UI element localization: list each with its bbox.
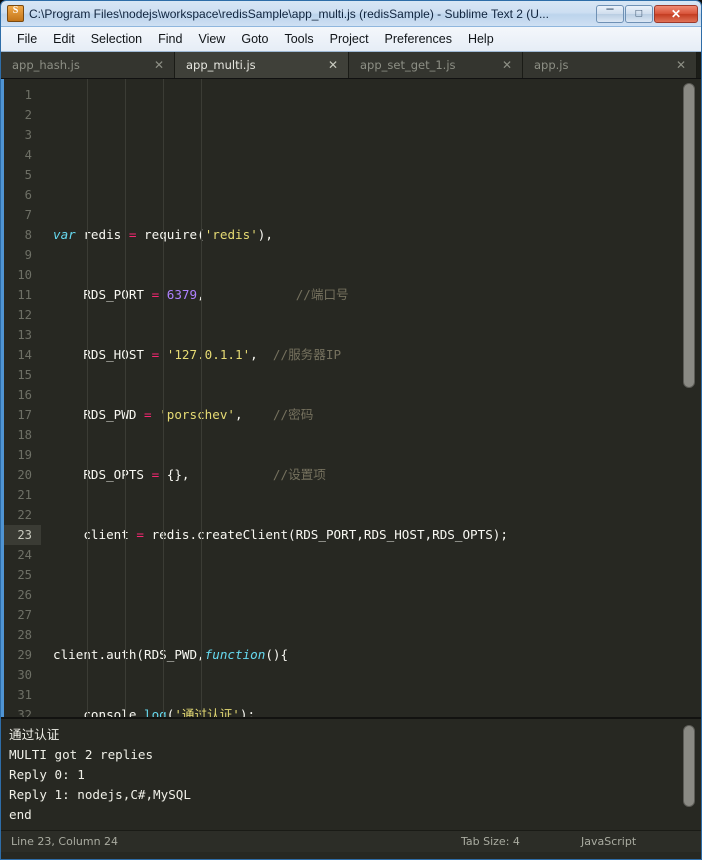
line-number-gutter: 1 2 3 4 5 6 7 8 9 10 11 12 13 14 15 16 1…	[1, 79, 41, 717]
line-number: 27	[1, 605, 41, 625]
language-status[interactable]: JavaScript	[581, 835, 701, 848]
tab-label: app_set_get_1.js	[360, 58, 502, 72]
line-number: 18	[1, 425, 41, 445]
menu-item-file[interactable]: File	[9, 30, 45, 48]
line-number: 2	[1, 105, 41, 125]
line-number: 28	[1, 625, 41, 645]
minimize-icon: –	[597, 1, 623, 14]
editor-area[interactable]: 1 2 3 4 5 6 7 8 9 10 11 12 13 14 15 16 1…	[1, 79, 701, 717]
console-line: MULTI got 2 replies	[9, 745, 701, 765]
menu-item-edit[interactable]: Edit	[45, 30, 83, 48]
active-view-strip	[1, 79, 4, 717]
console-vertical-scrollbar[interactable]	[683, 725, 695, 807]
menu-item-view[interactable]: View	[190, 30, 233, 48]
line-number: 5	[1, 165, 41, 185]
line-number: 8	[1, 225, 41, 245]
line-number: 24	[1, 545, 41, 565]
close-button[interactable]: ✕	[654, 5, 698, 23]
line-number: 21	[1, 485, 41, 505]
minimize-button[interactable]: –	[596, 5, 624, 23]
editor-vertical-scrollbar[interactable]	[683, 83, 695, 388]
line-number: 30	[1, 665, 41, 685]
menu-item-goto[interactable]: Goto	[233, 30, 276, 48]
line-number: 31	[1, 685, 41, 705]
code-line-8: client.auth(RDS_PWD,function(){	[53, 645, 701, 665]
line-number: 4	[1, 145, 41, 165]
menu-item-selection[interactable]: Selection	[83, 30, 150, 48]
tab-bar: app_hash.js ✕ app_multi.js ✕ app_set_get…	[1, 52, 701, 79]
tab-app-js[interactable]: app.js ✕	[523, 52, 697, 78]
line-number: 1	[1, 85, 41, 105]
maximize-button[interactable]: □	[625, 5, 653, 23]
close-icon: ✕	[655, 8, 697, 20]
line-number: 17	[1, 405, 41, 425]
line-number: 26	[1, 585, 41, 605]
status-bar: Line 23, Column 24 Tab Size: 4 JavaScrip…	[1, 830, 701, 852]
console-line: Reply 0: 1	[9, 765, 701, 785]
code-line-5: RDS_OPTS = {}, //设置项	[53, 465, 701, 485]
code-line-3: RDS_HOST = '127.0.1.1', //服务器IP	[53, 345, 701, 365]
tab-label: app_multi.js	[186, 58, 328, 72]
line-number: 20	[1, 465, 41, 485]
line-number: 6	[1, 185, 41, 205]
window-title: C:\Program Files\nodejs\workspace\redisS…	[29, 7, 595, 21]
line-number: 32	[1, 705, 41, 717]
tab-close-icon[interactable]: ✕	[676, 59, 686, 71]
tab-label: app.js	[534, 58, 676, 72]
line-number: 25	[1, 565, 41, 585]
code-line-9: console.log('通过认证');	[53, 705, 701, 717]
line-number: 29	[1, 645, 41, 665]
line-number: 12	[1, 305, 41, 325]
sublime-text-window: C:\Program Files\nodejs\workspace\redisS…	[0, 0, 702, 860]
code-line-6: client = redis.createClient(RDS_PORT,RDS…	[53, 525, 701, 545]
code-content[interactable]: var redis = require('redis'), RDS_PORT =…	[41, 79, 701, 717]
line-number-active: 23	[1, 525, 41, 545]
tab-size-status[interactable]: Tab Size: 4	[461, 835, 581, 848]
menu-item-preferences[interactable]: Preferences	[377, 30, 460, 48]
console-output-panel[interactable]: 通过认证 MULTI got 2 replies Reply 0: 1 Repl…	[1, 717, 701, 830]
line-number: 15	[1, 365, 41, 385]
tab-close-icon[interactable]: ✕	[502, 59, 512, 71]
code-line-4: RDS_PWD = 'porschev', //密码	[53, 405, 701, 425]
window-controls: – □ ✕	[595, 5, 698, 23]
line-number: 7	[1, 205, 41, 225]
menu-bar: File Edit Selection Find View Goto Tools…	[1, 27, 701, 52]
line-number: 22	[1, 505, 41, 525]
code-line-2: RDS_PORT = 6379, //端口号	[53, 285, 701, 305]
menu-item-project[interactable]: Project	[322, 30, 377, 48]
menu-item-tools[interactable]: Tools	[276, 30, 321, 48]
console-line: 通过认证	[9, 725, 701, 745]
tab-close-icon[interactable]: ✕	[328, 59, 338, 71]
menu-item-find[interactable]: Find	[150, 30, 190, 48]
menu-item-help[interactable]: Help	[460, 30, 502, 48]
line-number: 14	[1, 345, 41, 365]
title-bar: C:\Program Files\nodejs\workspace\redisS…	[1, 1, 701, 27]
tab-app-multi-js[interactable]: app_multi.js ✕	[175, 52, 349, 78]
code-line-1: var redis = require('redis'),	[53, 225, 701, 245]
maximize-icon: □	[626, 8, 652, 19]
tab-close-icon[interactable]: ✕	[154, 59, 164, 71]
tab-app-hash-js[interactable]: app_hash.js ✕	[1, 52, 175, 78]
sublime-app-icon	[7, 5, 24, 22]
tab-label: app_hash.js	[12, 58, 154, 72]
line-number: 11	[1, 285, 41, 305]
line-number: 3	[1, 125, 41, 145]
line-number: 16	[1, 385, 41, 405]
line-number: 19	[1, 445, 41, 465]
code-line-7	[53, 585, 701, 605]
console-line: Reply 1: nodejs,C#,MySQL	[9, 785, 701, 805]
line-number: 13	[1, 325, 41, 345]
console-line: end	[9, 805, 701, 825]
line-number: 9	[1, 245, 41, 265]
line-number: 10	[1, 265, 41, 285]
cursor-position-status[interactable]: Line 23, Column 24	[1, 835, 118, 848]
tab-app-set-get-1-js[interactable]: app_set_get_1.js ✕	[349, 52, 523, 78]
